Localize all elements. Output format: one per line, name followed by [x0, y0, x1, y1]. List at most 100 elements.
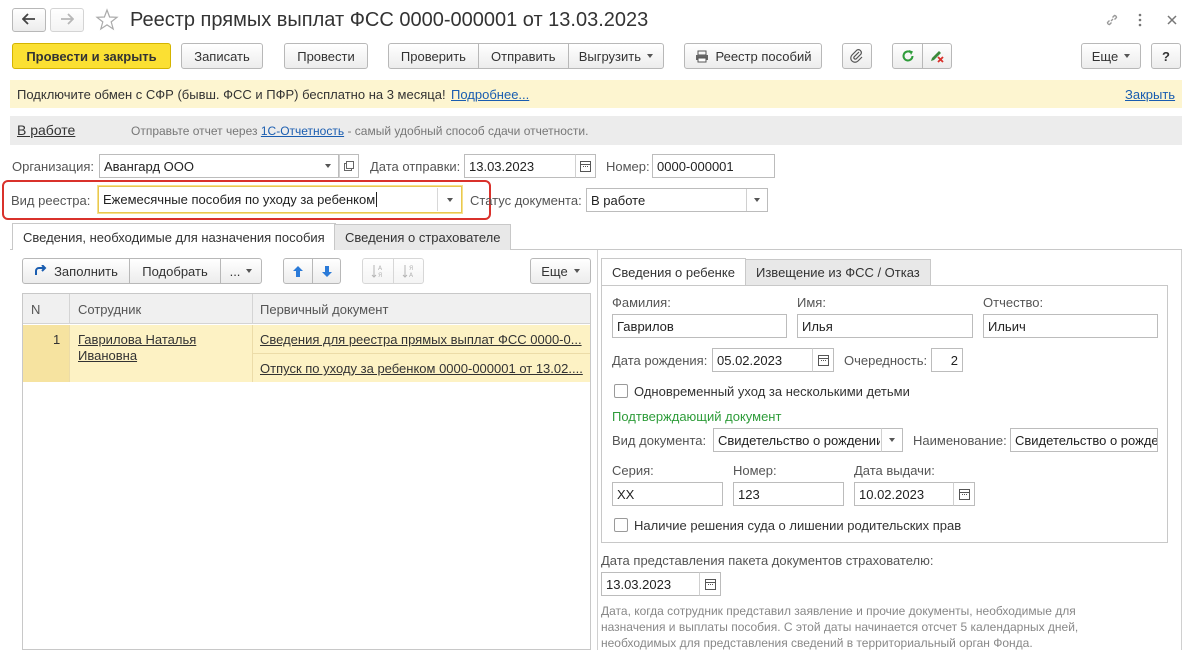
order-field[interactable]: 2	[931, 348, 963, 372]
kebab-menu-icon[interactable]	[1137, 12, 1143, 31]
number-label: Номер:	[606, 159, 650, 174]
close-icon[interactable]	[1166, 14, 1178, 29]
window-title: Реестр прямых выплат ФСС 0000-000001 от …	[130, 9, 649, 31]
registry-type-label: Вид реестра:	[11, 193, 91, 208]
patronymic-field[interactable]: Ильич	[983, 314, 1158, 338]
tab-benefit-info[interactable]: Сведения, необходимые для назначения пос…	[12, 223, 336, 250]
fill-button[interactable]: Заполнить	[23, 259, 130, 283]
package-date-hint: Дата, когда сотрудник представил заявлен…	[601, 604, 1079, 650]
move-up-button[interactable]	[284, 259, 313, 283]
calendar-icon	[580, 160, 591, 172]
last-name-label: Фамилия:	[612, 295, 671, 310]
tab-fss-notice[interactable]: Извещение из ФСС / Отказ	[745, 259, 931, 285]
column-header-employee[interactable]: Сотрудник	[78, 302, 141, 317]
send-date-label: Дата отправки:	[370, 159, 461, 174]
header-divider	[252, 294, 253, 324]
tab-insurer-info[interactable]: Сведения о страхователе	[334, 224, 512, 250]
birth-date-calendar-button[interactable]	[812, 348, 834, 372]
sort-group: АЯ ЯА	[362, 258, 424, 284]
doc-type-field[interactable]: Свидетельство о рождении	[713, 428, 903, 452]
doc-name-field[interactable]: Свидетельство о рожде	[1010, 428, 1158, 452]
document-status-label: Статус документа:	[470, 193, 582, 208]
package-date-calendar-button[interactable]	[699, 572, 721, 596]
document-status-dropdown-button[interactable]	[746, 189, 767, 211]
post-and-close-button[interactable]: Провести и закрыть	[12, 43, 171, 69]
arrow-down-icon	[321, 265, 333, 278]
upload-button[interactable]: Выгрузить	[569, 44, 663, 68]
svg-text:А: А	[409, 272, 414, 279]
chevron-down-icon	[1124, 54, 1131, 58]
list-actions-group: Заполнить Подобрать ...	[22, 258, 262, 284]
more-button[interactable]: Еще	[1081, 43, 1141, 69]
issue-date-calendar-button[interactable]	[953, 482, 975, 506]
refresh-button[interactable]	[893, 44, 923, 68]
row-number: 1	[53, 332, 61, 347]
registry-type-field[interactable]: Ежемесячные пособия по уходу за ребенком	[98, 186, 462, 213]
row-number-cell	[23, 325, 69, 382]
write-button[interactable]: Записать	[181, 43, 263, 69]
pencil-cross-icon	[929, 49, 945, 63]
attach-button[interactable]	[842, 43, 872, 69]
patronymic-label: Отчество:	[983, 295, 1044, 310]
number-field[interactable]: 0000-000001	[652, 154, 775, 178]
svg-text:А: А	[378, 265, 383, 272]
series-field[interactable]: XX	[612, 482, 723, 506]
report-actions-group: Проверить Отправить Выгрузить	[388, 43, 664, 69]
send-button[interactable]: Отправить	[479, 44, 569, 68]
tab-child-info[interactable]: Сведения о ребенке	[601, 258, 746, 285]
banner-text: Подключите обмен с СФР (бывш. ФСС и ПФР)…	[17, 87, 446, 102]
benefits-registry-button[interactable]: Реестр пособий	[684, 43, 822, 69]
simultaneous-care-checkbox[interactable]	[614, 384, 628, 398]
doc-type-dropdown-button[interactable]	[881, 428, 903, 452]
document-state-link[interactable]: В работе	[17, 122, 75, 138]
help-button[interactable]: ?	[1151, 43, 1181, 69]
employee-link[interactable]: Гаврилова Наталья Ивановна	[78, 332, 238, 364]
primary-document-link[interactable]: Сведения для реестра прямых выплат ФСС 0…	[260, 332, 586, 347]
back-button[interactable]	[12, 8, 46, 32]
sort-desc-button[interactable]: ЯА	[394, 259, 423, 283]
sort-asc-button[interactable]: АЯ	[363, 259, 394, 283]
first-name-label: Имя:	[797, 295, 826, 310]
banner-close-link[interactable]: Закрыть	[1125, 87, 1175, 102]
organization-dropdown-button[interactable]	[317, 154, 339, 178]
star-icon[interactable]	[95, 8, 119, 35]
link-icon[interactable]	[1104, 12, 1120, 31]
last-name-field[interactable]: Гаврилов	[612, 314, 787, 338]
column-header-n[interactable]: N	[31, 302, 40, 317]
column-header-document[interactable]: Первичный документ	[260, 302, 388, 317]
check-button[interactable]: Проверить	[389, 44, 479, 68]
extra-actions-button[interactable]: ...	[221, 259, 261, 283]
registry-type-dropdown-button[interactable]	[437, 188, 461, 211]
calendar-icon	[958, 488, 970, 500]
chevron-down-icon	[754, 198, 760, 202]
select-button[interactable]: Подобрать	[130, 259, 221, 283]
banner-more-link[interactable]: Подробнее...	[451, 87, 529, 102]
chevron-down-icon	[646, 54, 653, 58]
package-date-label: Дата представления пакета документов стр…	[601, 553, 934, 568]
status-text: Отправьте отчет через 1С-Отчетность - са…	[131, 124, 589, 138]
arrow-right-icon	[60, 12, 75, 28]
header-divider	[69, 294, 70, 324]
post-button[interactable]: Провести	[284, 43, 368, 69]
svg-text:Я: Я	[378, 272, 382, 279]
sort-desc-icon: ЯА	[401, 263, 417, 279]
doc-number-field[interactable]: 123	[733, 482, 844, 506]
organization-open-button[interactable]	[339, 154, 359, 178]
court-decision-checkbox[interactable]	[614, 518, 628, 532]
move-down-button[interactable]	[313, 259, 340, 283]
primary-document-link[interactable]: Отпуск по уходу за ребенком 0000-000001 …	[260, 361, 586, 376]
list-more-button[interactable]: Еще	[530, 258, 591, 284]
svg-text:Я: Я	[409, 265, 413, 272]
document-status-field[interactable]: В работе	[586, 188, 768, 212]
edit-button[interactable]	[923, 44, 951, 68]
row-divider	[69, 325, 70, 382]
reporting-link[interactable]: 1С-Отчетность	[261, 124, 344, 138]
arrow-up-icon	[292, 265, 304, 278]
send-date-calendar-button[interactable]	[575, 154, 596, 178]
calendar-icon	[704, 578, 716, 590]
court-decision-label: Наличие решения суда о лишении родительс…	[634, 518, 962, 533]
series-label: Серия:	[612, 463, 654, 478]
forward-button[interactable]	[50, 8, 84, 32]
organization-field[interactable]: Авангард ООО	[99, 154, 339, 178]
first-name-field[interactable]: Илья	[797, 314, 973, 338]
